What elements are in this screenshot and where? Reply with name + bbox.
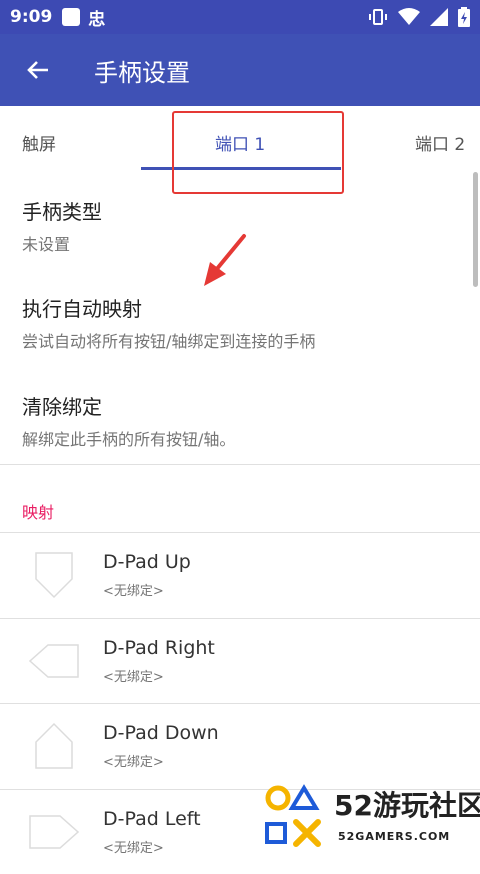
vibrate-icon: [369, 9, 387, 25]
setting-title: 执行自动映射: [22, 297, 142, 321]
signal-icon: [430, 8, 448, 26]
mapping-binding: <无绑定>: [103, 584, 164, 599]
status-bar: 9:09 忠: [0, 0, 480, 34]
dpad-right-icon: [28, 644, 79, 678]
app-bar: 手柄设置: [0, 34, 480, 106]
app-notification-icon: 忠: [88, 9, 106, 30]
mapping-section-title: 映射: [22, 503, 55, 522]
mapping-label: D-Pad Left: [103, 808, 201, 830]
scrollbar[interactable]: [473, 172, 478, 287]
mapping-label: D-Pad Down: [103, 722, 219, 744]
page-title: 手柄设置: [94, 58, 190, 87]
watermark-subtitle: 52GAMERS.COM: [338, 830, 451, 843]
dpad-up-icon: [35, 552, 73, 599]
mapping-row-dpad-down[interactable]: D-Pad Down <无绑定>: [0, 704, 480, 788]
setting-title: 清除绑定: [22, 395, 102, 419]
battery-icon: [458, 7, 470, 27]
dpad-down-icon: [35, 722, 73, 769]
clear-bindings-setting[interactable]: 清除绑定 解绑定此手柄的所有按钮/轴。: [22, 391, 235, 450]
mapping-label: D-Pad Right: [103, 637, 215, 659]
back-button[interactable]: [22, 54, 54, 86]
watermark-logo-icon: [265, 784, 321, 847]
tab-port-2[interactable]: 端口 2: [415, 130, 465, 155]
setting-title: 手柄类型: [22, 200, 102, 224]
setting-subtitle: 解绑定此手柄的所有按钮/轴。: [22, 430, 236, 449]
mapping-row-dpad-up[interactable]: D-Pad Up <无绑定>: [0, 533, 480, 617]
watermark-title: 52游玩社区: [334, 789, 480, 822]
auto-map-setting[interactable]: 执行自动映射 尝试自动将所有按钮/轴绑定到连接的手柄: [22, 293, 315, 352]
wifi-icon: [398, 8, 420, 25]
mapping-label: D-Pad Up: [103, 551, 191, 573]
setting-subtitle: 未设置: [22, 235, 71, 254]
mapping-binding: <无绑定>: [103, 670, 164, 685]
dpad-left-icon: [29, 815, 80, 849]
setting-subtitle: 尝试自动将所有按钮/轴绑定到连接的手柄: [22, 332, 316, 351]
status-time: 9:09: [10, 7, 53, 27]
mapping-row-dpad-right[interactable]: D-Pad Right <无绑定>: [0, 619, 480, 703]
mapping-binding: <无绑定>: [103, 755, 164, 770]
annotation-arrow-icon: [204, 234, 246, 286]
notification-icon: [62, 8, 81, 26]
mapping-binding: <无绑定>: [103, 841, 164, 856]
highlight-box: [172, 111, 344, 194]
arrow-back-icon: [27, 61, 48, 79]
watermark: 52游玩社区 52GAMERS.COM: [262, 784, 480, 853]
tab-touchscreen[interactable]: 触屏: [22, 130, 56, 155]
divider: [0, 464, 480, 465]
controller-type-setting[interactable]: 手柄类型 未设置: [22, 196, 102, 255]
